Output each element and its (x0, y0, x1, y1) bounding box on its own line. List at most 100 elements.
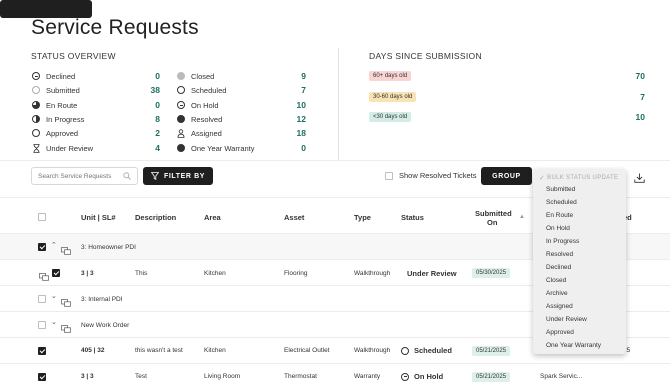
row-unit[interactable]: 3 | 3 (81, 373, 94, 380)
search-input[interactable] (38, 172, 118, 180)
col-submitted-on[interactable]: Submitted On (475, 209, 512, 227)
chat-icon[interactable] (61, 294, 71, 312)
person-icon (176, 128, 186, 138)
row-description: This (135, 270, 148, 277)
chevron-up-icon[interactable]: ⌃ (51, 241, 57, 249)
days-row-30-60[interactable]: 30-60 days old 7 (369, 90, 645, 104)
bulk-option-assigned[interactable]: Assigned (546, 303, 573, 310)
row-asset: Thermostat (284, 373, 317, 380)
bulk-option-closed[interactable]: Closed (546, 277, 566, 284)
bulk-option-in-progress[interactable]: In Progress (546, 238, 579, 245)
row-asset: Electrical Outlet (284, 347, 330, 354)
row-assigned: Spark Servic... (540, 373, 583, 380)
row-description: Test (135, 373, 147, 380)
status-submitted[interactable]: Submitted 38 (31, 83, 160, 97)
row-checkbox[interactable] (52, 269, 60, 277)
status-resolved[interactable]: Resolved 12 (176, 112, 306, 126)
circle-filled-icon (176, 143, 186, 153)
col-asset[interactable]: Asset (284, 213, 304, 222)
status-declined[interactable]: Declined 0 (31, 69, 160, 83)
col-status[interactable]: Status (401, 213, 424, 222)
row-area: Kitchen (204, 270, 226, 277)
sort-icon[interactable]: ▲ (519, 214, 525, 220)
col-type[interactable]: Type (354, 213, 371, 222)
group-checkbox[interactable] (38, 295, 46, 303)
bulk-status-header: ✓ BULK STATUS UPDATE (539, 175, 619, 182)
bulk-option-under-review[interactable]: Under Review (546, 316, 587, 323)
row-date: 05/21/2025 (472, 372, 511, 382)
row-checkbox[interactable] (38, 347, 46, 355)
search-box[interactable] (31, 167, 138, 185)
section-separator (0, 160, 670, 161)
hourglass-icon (31, 143, 41, 153)
col-area[interactable]: Area (204, 213, 221, 222)
col-unit[interactable]: Unit | SL# (81, 213, 116, 222)
bulk-option-approved[interactable]: Approved (546, 329, 574, 336)
days-row-60plus[interactable]: 60+ days old 70 (369, 69, 645, 83)
row-type: Walkthrough (354, 347, 391, 354)
circle-minus-icon (176, 100, 186, 110)
circle-outline-icon (31, 128, 41, 138)
bulk-option-submitted[interactable]: Submitted (546, 186, 575, 193)
circle-grey-icon (176, 71, 186, 81)
group-button[interactable]: GROUP (481, 167, 532, 185)
filter-by-button[interactable]: FILTER BY (143, 167, 213, 185)
row-unit[interactable]: 405 | 32 (81, 347, 105, 354)
show-resolved-toggle[interactable]: Show Resolved Tickets (385, 171, 477, 180)
filter-icon (150, 172, 159, 180)
row-divider (0, 363, 670, 364)
status-under-review[interactable]: Under Review 4 (31, 141, 160, 155)
circle-half-icon (31, 114, 41, 124)
circle-filled-icon (176, 114, 186, 124)
select-all-checkbox[interactable] (38, 213, 46, 221)
circle-three-quarter-icon (31, 100, 41, 110)
bulk-option-declined[interactable]: Declined (546, 264, 571, 271)
status-en-route[interactable]: En Route 0 (31, 98, 160, 112)
circle-minus-icon (401, 372, 409, 381)
col-description[interactable]: Description (135, 213, 176, 222)
status-approved[interactable]: Approved 2 (31, 126, 160, 140)
status-closed[interactable]: Closed 9 (176, 69, 306, 83)
bulk-option-one-year-warranty[interactable]: One Year Warranty (546, 342, 601, 349)
circle-outline-light-icon (31, 85, 41, 95)
row-type: Walkthrough (354, 270, 391, 277)
bulk-option-en-route[interactable]: En Route (546, 212, 573, 219)
bulk-option-scheduled[interactable]: Scheduled (546, 199, 577, 206)
show-resolved-checkbox[interactable] (385, 171, 393, 180)
row-status: Under Review (407, 269, 457, 278)
status-scheduled[interactable]: Scheduled 7 (176, 83, 306, 97)
chat-icon[interactable] (61, 242, 71, 260)
row-area: Kitchen (204, 347, 226, 354)
search-icon[interactable] (123, 167, 131, 185)
row-type: Warranty (354, 373, 381, 380)
status-assigned[interactable]: Assigned 18 (176, 126, 306, 140)
group-checkbox[interactable] (38, 243, 46, 251)
bulk-status-dropdown[interactable]: ✓ BULK STATUS UPDATE Submitted Scheduled… (533, 169, 626, 354)
chevron-down-icon[interactable]: ⌄ (51, 318, 57, 326)
status-in-progress[interactable]: In Progress 8 (31, 112, 160, 126)
row-description: this wasn't a test (135, 347, 183, 354)
row-asset: Flooring (284, 270, 308, 277)
download-icon[interactable] (634, 170, 645, 188)
status-on-hold[interactable]: On Hold 10 (176, 98, 306, 112)
chat-icon[interactable] (61, 320, 71, 338)
group-checkbox[interactable] (38, 321, 46, 329)
row-date: 05/21/2025 (472, 346, 511, 356)
row-area: Living Room (204, 373, 241, 380)
status-one-year-warranty[interactable]: One Year Warranty 0 (176, 141, 306, 155)
circle-outline-icon (401, 346, 409, 355)
bulk-option-archive[interactable]: Archive (546, 290, 568, 297)
circle-outline-icon (176, 85, 186, 95)
check-icon: ✓ (539, 175, 546, 182)
bulk-option-on-hold[interactable]: On Hold (546, 225, 570, 232)
group-label: 3: Internal PDI (81, 296, 123, 303)
row-unit[interactable]: 3 | 3 (81, 270, 94, 277)
bulk-option-resolved[interactable]: Resolved (546, 251, 573, 258)
chevron-down-icon[interactable]: ⌄ (51, 292, 57, 300)
row-status: Scheduled (401, 346, 452, 355)
days-row-under-30[interactable]: <30 days old 10 (369, 110, 645, 124)
section-divider (338, 48, 339, 160)
group-label: New Work Order (81, 322, 130, 329)
row-checkbox[interactable] (38, 373, 46, 381)
chat-icon[interactable] (39, 268, 49, 286)
